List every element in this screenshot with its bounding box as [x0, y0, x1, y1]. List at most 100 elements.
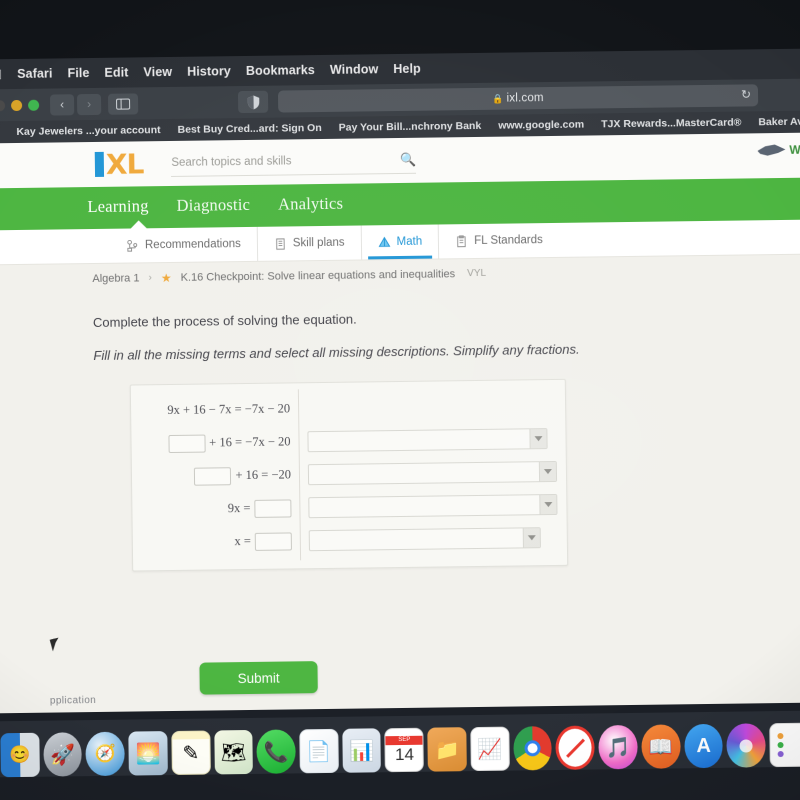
notes-icon[interactable]: ✎: [171, 730, 211, 776]
apple-menu-icon[interactable]: : [0, 66, 2, 82]
description-row-4: [308, 488, 558, 524]
close-window-button[interactable]: [0, 99, 6, 111]
tab-label: Recommendations: [144, 238, 241, 252]
menu-item-file[interactable]: File: [67, 66, 89, 80]
tab-label: Skill plans: [292, 236, 345, 250]
maximize-window-button[interactable]: [28, 99, 40, 111]
pages-icon[interactable]: 📄: [299, 728, 339, 774]
calendar-day: 14: [394, 744, 415, 764]
equation-text: x =: [234, 533, 251, 549]
ixl-logo-mark: [94, 151, 105, 177]
calendar-icon[interactable]: SEP 14: [384, 727, 425, 773]
itunes-icon[interactable]: 🎵: [598, 724, 638, 770]
tab-recommendations[interactable]: Recommendations: [109, 226, 259, 263]
answer-blank-row3[interactable]: [194, 466, 232, 486]
minimize-window-button[interactable]: [11, 99, 23, 111]
breadcrumb-course[interactable]: Algebra 1: [92, 272, 139, 285]
menu-item-view[interactable]: View: [143, 65, 172, 79]
menu-item-history[interactable]: History: [187, 64, 231, 79]
back-button[interactable]: ‹: [49, 93, 75, 116]
lock-icon: 🔒: [492, 93, 504, 104]
bookmark-item[interactable]: www.google.com: [498, 119, 584, 132]
description-column: [299, 386, 567, 560]
question-instruction: Fill in all the missing terms and select…: [93, 341, 580, 364]
calendar-month: SEP: [385, 735, 423, 745]
equation-panel: 9x + 16 − 7x = −7x − 20 + 16 = −7x − 20 …: [129, 378, 569, 572]
answer-blank-row2[interactable]: [168, 434, 206, 453]
description-dropdown-row2[interactable]: [307, 428, 548, 453]
standards-icon: [455, 234, 468, 248]
nav-item-learning[interactable]: Learning: [87, 186, 149, 217]
menu-item-safari[interactable]: Safari: [17, 67, 53, 81]
launchpad-icon[interactable]: 🚀: [43, 732, 83, 777]
menu-item-window[interactable]: Window: [330, 62, 379, 77]
tab-label: Math: [396, 235, 423, 249]
chrome-icon[interactable]: [512, 726, 553, 771]
tab-skill-plans[interactable]: Skill plans: [257, 225, 362, 261]
equation-row-3: + 16 = −20: [132, 458, 291, 493]
nav-buttons: ‹ ›: [49, 93, 102, 116]
menu-item-edit[interactable]: Edit: [104, 66, 128, 80]
folder-icon[interactable]: 📁: [427, 727, 467, 772]
description-row-1-empty: [307, 389, 557, 425]
bookmark-item[interactable]: TJX Rewards...MasterCard®: [601, 117, 741, 131]
recommendations-icon: [126, 239, 139, 252]
star-icon[interactable]: ★: [161, 270, 172, 284]
siri-icon[interactable]: [726, 723, 766, 768]
sidebar-icon[interactable]: [107, 92, 139, 115]
no-entry-icon[interactable]: [555, 725, 596, 770]
search-input[interactable]: [171, 154, 372, 169]
chevron-down-icon[interactable]: [539, 494, 557, 515]
skill-code: VYL: [467, 267, 487, 280]
tab-math[interactable]: Math: [361, 224, 440, 260]
nav-item-analytics[interactable]: Analytics: [278, 184, 343, 215]
description-dropdown-row4[interactable]: [308, 493, 558, 519]
submit-button[interactable]: Submit: [199, 661, 318, 695]
menu-item-bookmarks[interactable]: Bookmarks: [246, 63, 315, 78]
bookmark-item[interactable]: Pay Your Bill...nchrony Bank: [339, 120, 482, 134]
forward-button[interactable]: ›: [76, 93, 102, 115]
photos-icon[interactable]: 🌅: [128, 731, 168, 776]
submit-area: Submit: [97, 655, 800, 696]
reload-icon[interactable]: ↻: [741, 87, 751, 101]
account-area[interactable]: W: [757, 143, 800, 158]
desktop-hint-text: pplication: [49, 695, 97, 707]
breadcrumb-skill[interactable]: K.16 Checkpoint: Solve linear equations …: [181, 268, 456, 284]
finder-icon[interactable]: 😊: [0, 732, 40, 778]
breadcrumb-separator-icon: ›: [148, 272, 152, 284]
safari-icon[interactable]: 🧭: [85, 731, 126, 777]
answer-blank-row5[interactable]: [254, 531, 292, 551]
menu-item-help[interactable]: Help: [393, 62, 421, 76]
numbers-icon[interactable]: 📈: [470, 726, 510, 772]
account-name: W: [789, 142, 800, 157]
reminders-icon[interactable]: [769, 722, 800, 768]
keynote-icon[interactable]: 📊: [342, 728, 382, 773]
app-store-icon[interactable]: A: [683, 723, 724, 769]
search-icon[interactable]: 🔍: [400, 152, 416, 168]
description-row-2: [307, 422, 557, 458]
bookmark-item[interactable]: Baker Aviatio...tment Syste: [758, 115, 800, 129]
search-bar[interactable]: 🔍: [171, 147, 417, 177]
dock: 😊 🚀 🧭 🌅 ✎ 🗺 📞 📄 📊 SEP 14 📁 📈 🎵 📖 A: [0, 710, 800, 778]
description-dropdown-row5[interactable]: [308, 527, 541, 552]
ixl-logo[interactable]: XL: [94, 147, 144, 180]
equation-row-2: + 16 = −7x − 20: [131, 425, 291, 460]
privacy-shield-icon[interactable]: [237, 90, 269, 114]
maps-icon[interactable]: 🗺: [213, 729, 254, 775]
equation-text: 9x + 16 − 7x = −7x − 20: [167, 401, 291, 418]
bookmark-item[interactable]: Kay Jewelers ...your account: [16, 124, 160, 138]
nav-item-diagnostic[interactable]: Diagnostic: [176, 185, 250, 216]
chevron-down-icon[interactable]: [522, 528, 540, 548]
dock-area: 😊 🚀 🧭 🌅 ✎ 🗺 📞 📄 📊 SEP 14 📁 📈 🎵 📖 A: [0, 702, 800, 800]
books-icon[interactable]: 📖: [641, 724, 681, 769]
equation-column: 9x + 16 − 7x = −7x − 20 + 16 = −7x − 20 …: [130, 389, 302, 563]
answer-blank-row4[interactable]: [254, 498, 292, 518]
description-dropdown-row3[interactable]: [307, 460, 558, 486]
facetime-icon[interactable]: 📞: [256, 729, 296, 774]
equation-text: + 16 = −20: [235, 467, 292, 483]
tab-fl-standards[interactable]: FL Standards: [439, 223, 559, 259]
chevron-down-icon[interactable]: [538, 461, 557, 482]
chevron-down-icon[interactable]: [529, 429, 547, 449]
address-bar[interactable]: 🔒 ixl.com ↻: [277, 84, 759, 113]
bookmark-item[interactable]: Best Buy Cred...ard: Sign On: [177, 122, 321, 136]
